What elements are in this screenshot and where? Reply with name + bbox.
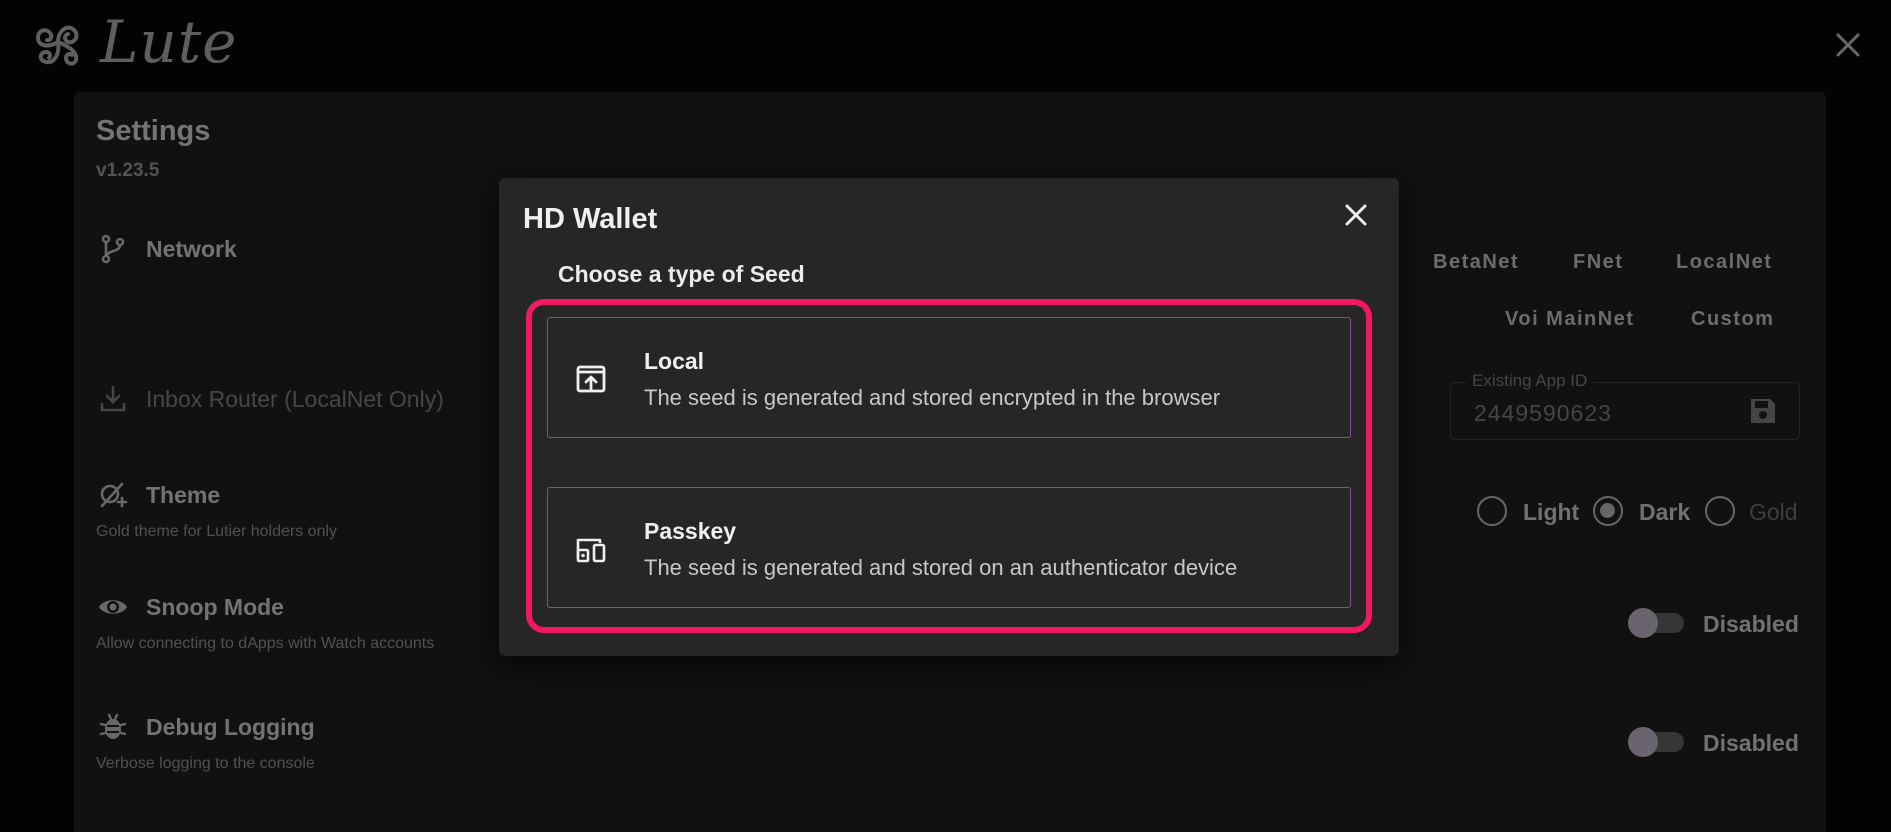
seed-option-passkey-title: Passkey xyxy=(644,518,737,544)
dialog-title: HD Wallet xyxy=(523,203,658,235)
close-icon[interactable] xyxy=(1341,200,1371,230)
seed-option-local[interactable]: Local The seed is generated and stored e… xyxy=(547,317,1351,438)
seed-option-local-title: Local xyxy=(644,348,705,374)
devices-icon xyxy=(576,538,606,563)
seed-option-passkey[interactable]: Passkey The seed is generated and stored… xyxy=(547,487,1351,608)
dialog-subtitle: Choose a type of Seed xyxy=(558,261,805,287)
upload-box-icon xyxy=(576,365,606,393)
seed-option-passkey-description: The seed is generated and stored on an a… xyxy=(644,555,1238,580)
seed-option-local-description: The seed is generated and stored encrypt… xyxy=(644,385,1221,410)
